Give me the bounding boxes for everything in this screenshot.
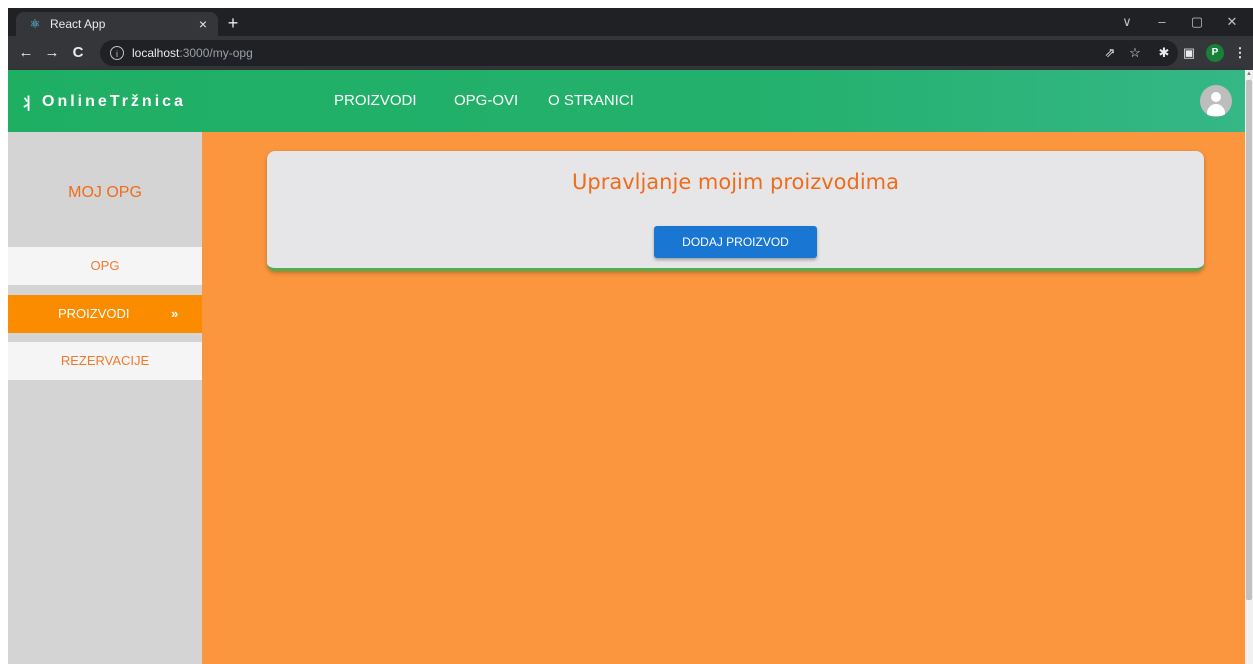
tab-close-icon[interactable]: ×: [194, 16, 212, 32]
sidebar-item-opg[interactable]: OPG: [8, 247, 202, 285]
extensions-icon[interactable]: ✱: [1154, 43, 1174, 63]
sidebar-title: MOJ OPG: [68, 184, 142, 201]
sidebar-item-proizvodi[interactable]: PROIZVODI »: [8, 295, 202, 333]
forward-icon[interactable]: →: [42, 43, 62, 63]
bookmark-star-icon[interactable]: ☆: [1125, 43, 1145, 63]
sidebar-item-label: OPG: [90, 258, 120, 273]
leaf-icon: ⺦: [20, 96, 37, 113]
avatar-body: [1207, 104, 1225, 116]
minimize-icon[interactable]: –: [1148, 8, 1176, 36]
browser-toolbar: ← → C i localhost :3000/my-opg ⇗ ☆ ✱ ▣ P…: [8, 36, 1253, 71]
user-avatar-icon[interactable]: [1200, 85, 1232, 117]
profile-avatar[interactable]: P: [1206, 44, 1224, 62]
page-title: Upravljanje mojim proizvodima: [572, 170, 899, 194]
tab-strip: ⚛ React App × + ∨ – ▢ ✕: [8, 8, 1253, 36]
browser-tab[interactable]: ⚛ React App ×: [16, 12, 218, 36]
side-panel-icon[interactable]: ▣: [1179, 43, 1199, 63]
chevron-double-right-icon: »: [171, 306, 179, 321]
menu-icon[interactable]: ⋮: [1230, 43, 1250, 63]
avatar-head: [1211, 92, 1221, 102]
url-host: localhost: [132, 46, 180, 60]
scroll-up-arrow-icon[interactable]: ▲: [1245, 70, 1253, 78]
products-card: Upravljanje mojim proizvodima DODAJ PROI…: [267, 151, 1204, 271]
new-tab-button[interactable]: +: [222, 12, 244, 34]
sidebar-item-rezervacije[interactable]: REZERVACIJE: [8, 342, 202, 380]
add-product-button[interactable]: DODAJ PROIZVOD: [654, 226, 817, 258]
close-window-icon[interactable]: ✕: [1218, 8, 1246, 36]
sidebar-item-label: PROIZVODI: [58, 306, 130, 321]
sidebar: MOJ OPG OPG PROIZVODI » REZERVACIJE: [8, 132, 202, 664]
site-info-icon[interactable]: i: [110, 46, 124, 60]
page-scrollbar[interactable]: ▲: [1245, 70, 1253, 664]
main-content: Upravljanje mojim proizvodima DODAJ PROI…: [202, 132, 1245, 664]
sidebar-item-label: REZERVACIJE: [60, 353, 150, 368]
logo-text: OnlineTržnica: [42, 93, 186, 110]
share-icon[interactable]: ⇗: [1100, 43, 1120, 63]
url-path: :3000/my-opg: [179, 46, 253, 60]
tab-title: React App: [50, 17, 106, 31]
browser-window: ⚛ React App × + ∨ – ▢ ✕ ← → C i localhos…: [8, 8, 1253, 664]
address-bar[interactable]: i localhost :3000/my-opg: [100, 40, 1178, 66]
react-favicon-icon: ⚛: [29, 17, 41, 31]
logo[interactable]: ⺦ OnlineTržnica: [20, 90, 186, 114]
maximize-icon[interactable]: ▢: [1183, 8, 1211, 36]
reload-icon[interactable]: C: [68, 43, 88, 63]
nav-link-proizvodi[interactable]: PROIZVODI: [334, 92, 417, 109]
scrollbar-thumb[interactable]: [1246, 80, 1252, 600]
app-header: ⺦ OnlineTržnica PROIZVODI OPG-OVI O STRA…: [8, 70, 1245, 132]
nav-link-opg-ovi[interactable]: OPG-OVI: [454, 92, 518, 109]
back-icon[interactable]: ←: [16, 43, 36, 63]
tab-search-icon[interactable]: ∨: [1113, 8, 1141, 36]
nav-link-o-stranici[interactable]: O STRANICI: [548, 92, 634, 109]
